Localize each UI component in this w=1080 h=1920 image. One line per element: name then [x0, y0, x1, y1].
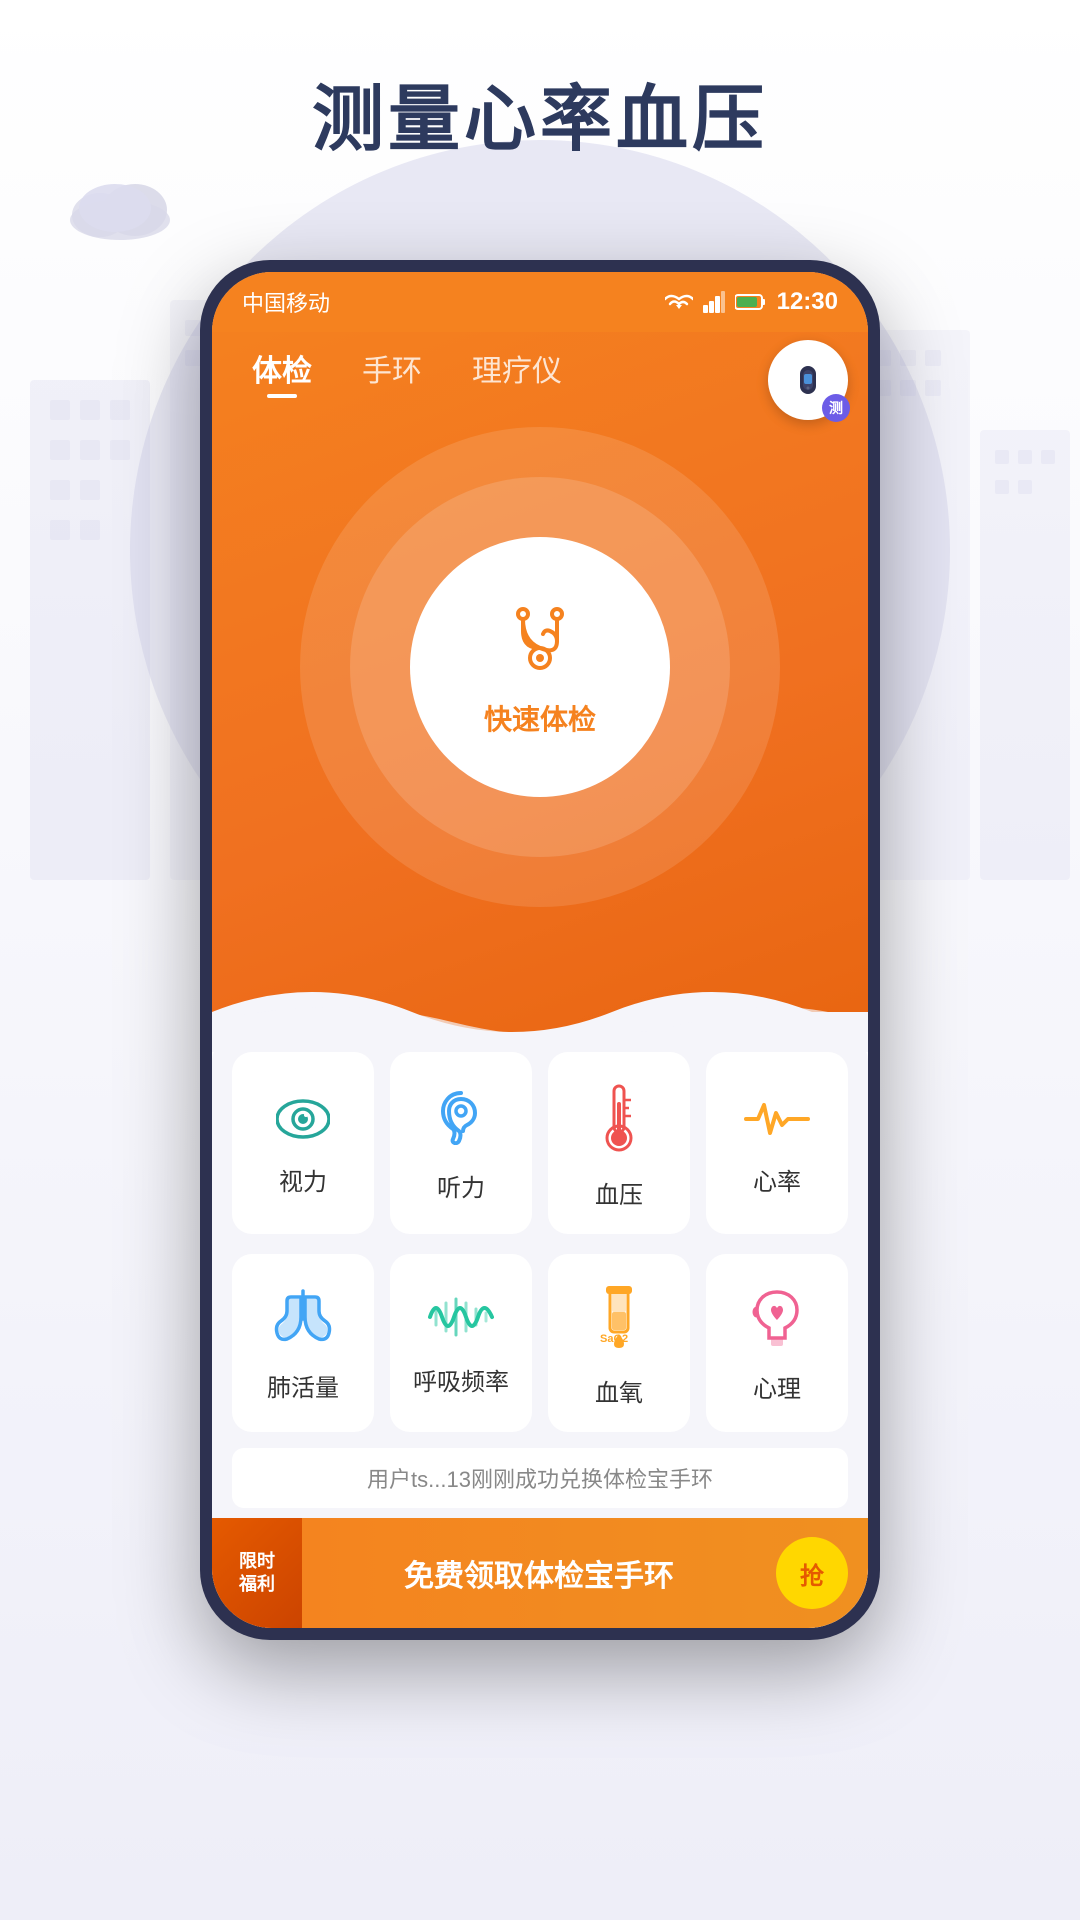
mental-label: 心理 — [753, 1369, 801, 1404]
wristband-icon — [786, 358, 830, 402]
grid-item-heart-rate[interactable]: 心率 — [706, 1052, 848, 1234]
marquee-area: 用户ts...13刚刚成功兑换体检宝手环 — [232, 1448, 848, 1508]
quick-check-label: 快速体检 — [484, 698, 596, 738]
grid-item-hearing[interactable]: 听力 — [390, 1052, 532, 1234]
wristband-button[interactable]: 测 — [768, 340, 848, 420]
carrier-label: 中国移动 — [242, 286, 330, 318]
grid-item-vision[interactable]: 视力 — [232, 1052, 374, 1234]
page-title: 测量心率血压 — [0, 60, 1080, 165]
lung-icon — [273, 1289, 333, 1354]
grid-item-breath[interactable]: 呼吸频率 — [390, 1254, 532, 1432]
cloud-decoration — [60, 180, 180, 245]
header-area: 中国移动 — [212, 272, 868, 1052]
hearing-label: 听力 — [437, 1168, 485, 1203]
breath-wave-icon — [426, 1295, 496, 1348]
signal-icon — [703, 291, 725, 313]
tab-tijian[interactable]: 体检 — [252, 346, 312, 398]
banner-badge-text: 限时福利 — [239, 1550, 275, 1597]
breath-label: 呼吸频率 — [413, 1362, 509, 1397]
content-area: 视力 听力 — [212, 1032, 868, 1628]
phone-frame: 中国移动 — [200, 260, 880, 1640]
lung-label: 肺活量 — [267, 1368, 339, 1403]
heartrate-icon — [742, 1096, 812, 1148]
function-grid-row2: 肺活量 — [212, 1234, 868, 1432]
pulse-area[interactable]: 快速体检 — [300, 427, 780, 907]
ear-icon — [439, 1089, 483, 1154]
eye-icon — [276, 1096, 330, 1148]
tab-shoulian[interactable]: 手环 — [362, 346, 422, 398]
wifi-icon — [665, 291, 693, 313]
banner-grab-button[interactable]: 抢 — [776, 1537, 848, 1609]
status-right: 12:30 — [665, 288, 838, 316]
status-time: 12:30 — [777, 288, 838, 316]
vision-label: 视力 — [279, 1162, 327, 1197]
grid-item-blood-oxy[interactable]: SaO2 血氧 — [548, 1254, 690, 1432]
function-grid-row1: 视力 听力 — [212, 1032, 868, 1234]
stethoscope-icon — [495, 596, 585, 686]
mental-icon — [751, 1288, 803, 1355]
thermometer-icon — [601, 1082, 637, 1161]
bp-label: 血压 — [595, 1175, 643, 1210]
wristband-badge: 测 — [822, 394, 850, 422]
banner-main-text: 免费领取体检宝手环 — [302, 1551, 776, 1595]
bottom-banner[interactable]: 限时福利 免费领取体检宝手环 抢 — [212, 1518, 868, 1628]
grid-item-lung[interactable]: 肺活量 — [232, 1254, 374, 1432]
quick-check-button[interactable]: 快速体检 — [410, 537, 670, 797]
marquee-text: 用户ts...13刚刚成功兑换体检宝手环 — [367, 1467, 713, 1492]
heartrate-label: 心率 — [753, 1162, 801, 1197]
grid-item-mental[interactable]: 心理 — [706, 1254, 848, 1432]
banner-badge: 限时福利 — [212, 1518, 302, 1628]
tab-liaoyi[interactable]: 理疗仪 — [472, 346, 562, 398]
status-bar: 中国移动 — [212, 272, 868, 332]
grid-item-bp[interactable]: 血压 — [548, 1052, 690, 1234]
blood-oxy-label: 血氧 — [595, 1373, 643, 1408]
battery-icon — [735, 293, 767, 311]
blood-oxy-icon: SaO2 — [596, 1284, 642, 1359]
phone-screen: 中国移动 — [212, 272, 868, 1628]
